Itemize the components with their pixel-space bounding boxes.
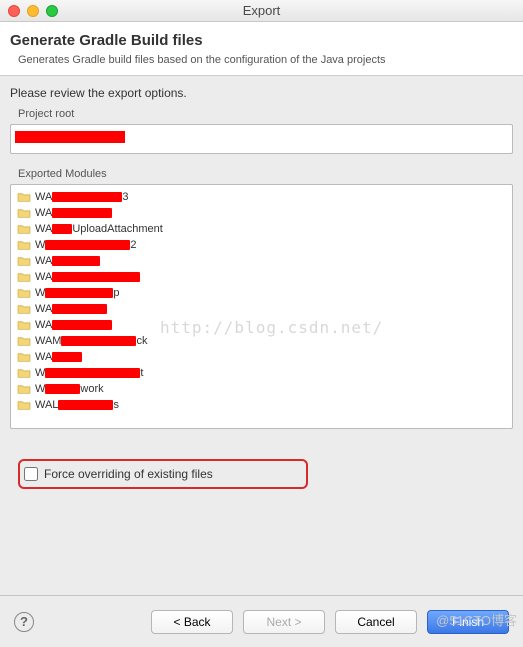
exported-modules-list[interactable]: WA3WAWAUploadAttachmentW2WAWAWpWAWAWAMck… <box>10 184 513 429</box>
close-icon[interactable] <box>8 5 20 17</box>
footer-bar: ? < Back Next > Cancel Finish <box>0 595 523 647</box>
cancel-button[interactable]: Cancel <box>335 610 417 634</box>
list-item[interactable]: WAMck <box>15 333 508 349</box>
content-area: Please review the export options. Projec… <box>0 76 523 489</box>
traffic-lights <box>8 5 58 17</box>
folder-icon <box>17 367 31 379</box>
list-item[interactable]: Wwork <box>15 381 508 397</box>
review-label: Please review the export options. <box>10 86 513 100</box>
folder-icon <box>17 335 31 347</box>
folder-icon <box>17 303 31 315</box>
list-item[interactable]: WA3 <box>15 189 508 205</box>
zoom-icon[interactable] <box>46 5 58 17</box>
force-override-checkbox[interactable] <box>24 467 38 481</box>
finish-button[interactable]: Finish <box>427 610 509 634</box>
list-item[interactable]: Wp <box>15 285 508 301</box>
minimize-icon[interactable] <box>27 5 39 17</box>
list-item[interactable]: W2 <box>15 237 508 253</box>
force-override-label: Force overriding of existing files <box>44 467 213 481</box>
folder-icon <box>17 287 31 299</box>
folder-icon <box>17 239 31 251</box>
page-title: Generate Gradle Build files <box>10 32 513 49</box>
project-root-label: Project root <box>18 108 513 120</box>
help-icon[interactable]: ? <box>14 612 34 632</box>
wizard-header: Generate Gradle Build files Generates Gr… <box>0 22 523 76</box>
list-item[interactable]: WALs <box>15 397 508 413</box>
list-item[interactable]: Wt <box>15 365 508 381</box>
project-root-field[interactable] <box>10 124 513 154</box>
folder-icon <box>17 319 31 331</box>
folder-icon <box>17 399 31 411</box>
folder-icon <box>17 223 31 235</box>
folder-icon <box>17 191 31 203</box>
list-item[interactable]: WA <box>15 317 508 333</box>
list-item[interactable]: WA <box>15 349 508 365</box>
list-item[interactable]: WA <box>15 205 508 221</box>
page-subtitle: Generates Gradle build files based on th… <box>18 53 513 67</box>
exported-modules-label: Exported Modules <box>18 168 513 180</box>
force-override-row: Force overriding of existing files <box>18 459 308 489</box>
window-title: Export <box>0 3 523 18</box>
titlebar: Export <box>0 0 523 22</box>
back-button[interactable]: < Back <box>151 610 233 634</box>
list-item[interactable]: WA <box>15 269 508 285</box>
list-item[interactable]: WAUploadAttachment <box>15 221 508 237</box>
list-item[interactable]: WA <box>15 253 508 269</box>
folder-icon <box>17 255 31 267</box>
folder-icon <box>17 271 31 283</box>
next-button: Next > <box>243 610 325 634</box>
list-item[interactable]: WA <box>15 301 508 317</box>
folder-icon <box>17 383 31 395</box>
folder-icon <box>17 207 31 219</box>
folder-icon <box>17 351 31 363</box>
